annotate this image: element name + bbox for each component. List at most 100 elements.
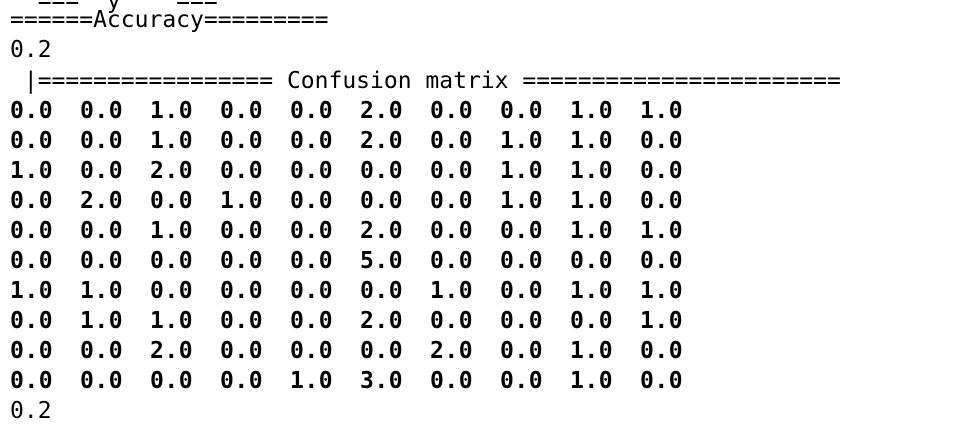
- matrix-cell: 0.0: [290, 128, 334, 154]
- terminal-output: === y === ======Accuracy========= 0.2 |=…: [0, 0, 964, 436]
- matrix-cell: 1.0: [80, 308, 124, 334]
- matrix-cell: 0.0: [640, 338, 684, 364]
- matrix-cell: 2.0: [360, 98, 404, 124]
- confusion-matrix: 0.0 0.0 1.0 0.0 0.0 2.0 0.0 0.0 1.0 1.0 0.0 0.0 1.0…: [10, 96, 730, 396]
- matrix-cell: 0.0: [430, 158, 474, 184]
- matrix-row: 1.0 0.0 2.0 0.0 0.0 0.0 0.0 1.0 1.0 0.0: [10, 156, 730, 186]
- matrix-cell: 1.0: [80, 278, 124, 304]
- matrix-cell: 1.0: [500, 128, 544, 154]
- matrix-cell: 0.0: [290, 338, 334, 364]
- matrix-cell: 0.0: [500, 218, 544, 244]
- matrix-cell: 1.0: [430, 278, 474, 304]
- matrix-cell: 0.0: [10, 188, 54, 214]
- matrix-row: 0.0 0.0 2.0 0.0 0.0 0.0 2.0 0.0 1.0 0.0: [10, 336, 730, 366]
- matrix-cell: 0.0: [500, 308, 544, 334]
- matrix-cell: 1.0: [10, 158, 54, 184]
- matrix-row: 0.0 0.0 0.0 0.0 1.0 3.0 0.0 0.0 1.0 0.0: [10, 366, 730, 396]
- matrix-cell: 0.0: [430, 368, 474, 394]
- matrix-cell: 0.0: [220, 158, 264, 184]
- matrix-cell: 0.0: [80, 338, 124, 364]
- matrix-cell: 0.0: [220, 278, 264, 304]
- matrix-cell: 0.0: [220, 98, 264, 124]
- matrix-cell: 0.0: [220, 248, 264, 274]
- accuracy-heading: ======Accuracy=========: [10, 7, 329, 33]
- matrix-row: 0.0 0.0 1.0 0.0 0.0 2.0 0.0 0.0 1.0 1.0: [10, 216, 730, 246]
- matrix-cell: 1.0: [570, 158, 614, 184]
- matrix-cell: 0.0: [640, 248, 684, 274]
- matrix-cell: 2.0: [360, 308, 404, 334]
- matrix-cell: 0.0: [10, 308, 54, 334]
- matrix-cell: 1.0: [500, 188, 544, 214]
- matrix-cell: 0.0: [80, 368, 124, 394]
- matrix-cell: 0.0: [220, 218, 264, 244]
- matrix-cell: 0.0: [360, 188, 404, 214]
- matrix-cell: 0.0: [430, 248, 474, 274]
- matrix-cell: 1.0: [290, 368, 334, 394]
- matrix-cell: 0.0: [360, 158, 404, 184]
- matrix-cell: 1.0: [640, 308, 684, 334]
- matrix-cell: 0.0: [640, 368, 684, 394]
- matrix-cell: 0.0: [570, 308, 614, 334]
- matrix-cell: 0.0: [360, 278, 404, 304]
- matrix-cell: 0.0: [80, 248, 124, 274]
- matrix-cell: 0.0: [10, 338, 54, 364]
- matrix-cell: 0.0: [500, 248, 544, 274]
- matrix-cell: 5.0: [360, 248, 404, 274]
- matrix-cell: 2.0: [360, 218, 404, 244]
- matrix-cell: 0.0: [80, 158, 124, 184]
- matrix-cell: 0.0: [640, 188, 684, 214]
- matrix-cell: 0.0: [570, 248, 614, 274]
- matrix-cell: 2.0: [430, 338, 474, 364]
- final-value: 0.2: [10, 398, 52, 424]
- matrix-cell: 1.0: [570, 218, 614, 244]
- matrix-cell: 0.0: [10, 98, 54, 124]
- accuracy-value: 0.2: [10, 37, 52, 63]
- matrix-cell: 1.0: [640, 218, 684, 244]
- matrix-cell: 0.0: [220, 128, 264, 154]
- matrix-cell: 1.0: [570, 338, 614, 364]
- matrix-cell: 0.0: [640, 128, 684, 154]
- matrix-cell: 0.0: [290, 278, 334, 304]
- matrix-cell: 1.0: [220, 188, 264, 214]
- matrix-cell: 0.0: [290, 218, 334, 244]
- matrix-cell: 1.0: [500, 158, 544, 184]
- matrix-cell: 0.0: [500, 368, 544, 394]
- matrix-cell: 0.0: [430, 98, 474, 124]
- matrix-cell: 0.0: [80, 218, 124, 244]
- matrix-cell: 0.0: [500, 338, 544, 364]
- matrix-cell: 1.0: [570, 368, 614, 394]
- matrix-cell: 0.0: [220, 338, 264, 364]
- matrix-cell: 1.0: [570, 188, 614, 214]
- matrix-cell: 0.0: [500, 98, 544, 124]
- matrix-row: 1.0 1.0 0.0 0.0 0.0 0.0 1.0 0.0 1.0 1.0: [10, 276, 730, 306]
- matrix-cell: 0.0: [10, 368, 54, 394]
- matrix-cell: 0.0: [80, 98, 124, 124]
- matrix-cell: 0.0: [360, 338, 404, 364]
- matrix-cell: 0.0: [290, 158, 334, 184]
- matrix-row: 0.0 0.0 1.0 0.0 0.0 2.0 0.0 0.0 1.0 1.0: [10, 96, 730, 126]
- matrix-cell: 0.0: [150, 368, 194, 394]
- matrix-cell: 2.0: [360, 128, 404, 154]
- matrix-cell: 0.0: [290, 248, 334, 274]
- matrix-cell: 2.0: [150, 338, 194, 364]
- matrix-cell: 1.0: [570, 128, 614, 154]
- matrix-cell: 1.0: [640, 278, 684, 304]
- matrix-cell: 0.0: [430, 188, 474, 214]
- matrix-cell: 0.0: [430, 308, 474, 334]
- matrix-cell: 0.0: [80, 128, 124, 154]
- matrix-cell: 0.0: [640, 158, 684, 184]
- matrix-cell: 1.0: [570, 278, 614, 304]
- matrix-row: 0.0 0.0 0.0 0.0 0.0 5.0 0.0 0.0 0.0 0.0: [10, 246, 730, 276]
- matrix-cell: 1.0: [150, 128, 194, 154]
- matrix-cell: 0.0: [500, 278, 544, 304]
- confusion-matrix-heading: |================= Confusion matrix ====…: [10, 68, 841, 94]
- matrix-cell: 0.0: [290, 188, 334, 214]
- matrix-cell: 0.0: [10, 248, 54, 274]
- matrix-cell: 2.0: [150, 158, 194, 184]
- matrix-cell: 1.0: [150, 98, 194, 124]
- matrix-cell: 0.0: [150, 278, 194, 304]
- matrix-cell: 1.0: [640, 98, 684, 124]
- matrix-cell: 1.0: [570, 98, 614, 124]
- matrix-cell: 2.0: [80, 188, 124, 214]
- matrix-cell: 0.0: [150, 248, 194, 274]
